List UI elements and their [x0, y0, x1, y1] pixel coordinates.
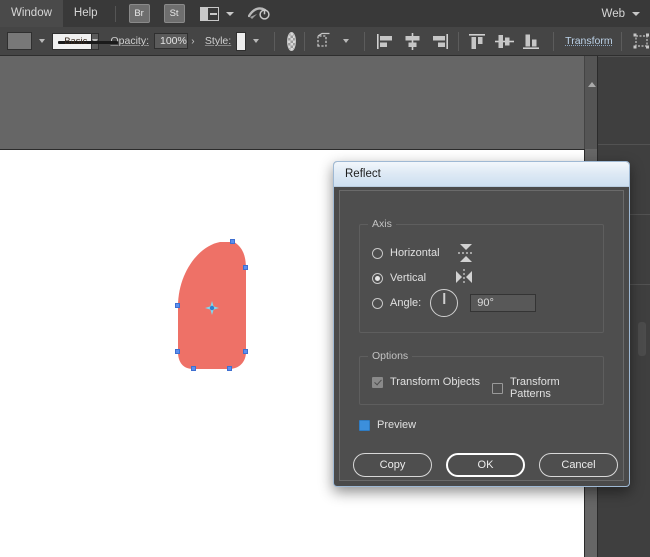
control-bar: Basic Opacity: 100% › Style: — [0, 27, 650, 56]
axis-group: Axis Horizontal Vertical — [359, 224, 604, 333]
arrange-box-glyph — [200, 7, 219, 21]
anchor-point[interactable] — [230, 239, 235, 244]
align-right-icon[interactable] — [430, 33, 449, 50]
transform-bounds-icon[interactable] — [633, 33, 650, 49]
ok-button[interactable]: OK — [446, 453, 525, 477]
anchor-point[interactable] — [175, 303, 180, 308]
radio-horizontal[interactable] — [372, 248, 383, 259]
angle-input[interactable]: 90° — [470, 294, 536, 312]
transform-patterns-option[interactable]: Transform Patterns — [492, 376, 603, 400]
align-vertical-center-icon[interactable] — [495, 33, 514, 50]
dock-panel-tab[interactable] — [638, 322, 646, 356]
dialog-body: Axis Horizontal Vertical — [339, 190, 624, 481]
stock-icon[interactable]: St — [164, 4, 185, 23]
graphic-style-swatch[interactable] — [236, 32, 246, 51]
anchor-point[interactable] — [191, 366, 196, 371]
fill-color-swatch[interactable] — [7, 32, 32, 50]
stroke-profile-label: Basic — [64, 36, 87, 47]
axis-angle-option[interactable]: Angle: 90° — [372, 289, 536, 317]
axis-vertical-option[interactable]: Vertical — [372, 267, 474, 289]
illustrator-swoosh-icon[interactable] — [248, 5, 270, 22]
transform-patterns-label: Transform Patterns — [510, 376, 603, 400]
align-horizontal-center-icon[interactable] — [403, 33, 422, 50]
style-label: Style: — [205, 35, 231, 47]
dialog-title: Reflect — [345, 168, 381, 180]
menubar-right: Web — [602, 8, 650, 20]
reference-point[interactable] — [205, 301, 219, 315]
menu-bar: Window Help Br St Web — [0, 0, 650, 28]
radio-angle[interactable] — [372, 298, 383, 309]
angle-dial-icon[interactable] — [430, 289, 458, 317]
opacity-input[interactable]: 100% — [154, 33, 188, 49]
chevron-down-icon[interactable] — [226, 12, 234, 16]
reflect-dialog[interactable]: Reflect Axis Horizontal — [333, 161, 630, 487]
dock-divider — [598, 144, 650, 145]
anchor-point[interactable] — [227, 366, 232, 371]
illustrator-window: Window Help Br St Web Basic — [0, 0, 650, 557]
transform-objects-option[interactable]: Transform Objects — [372, 376, 480, 388]
arrange-documents-icon[interactable] — [200, 7, 234, 21]
align-top-icon[interactable] — [468, 33, 487, 50]
canvas-scrollbar[interactable] — [584, 56, 598, 149]
opacity-sphere-icon[interactable] — [287, 32, 296, 51]
menu-window[interactable]: Window — [0, 0, 63, 27]
checkbox-transform-patterns[interactable] — [492, 383, 503, 394]
axis-horizontal-label: Horizontal — [390, 247, 440, 259]
anchor-point[interactable] — [243, 349, 248, 354]
menu-divider — [115, 6, 116, 22]
axis-group-label: Axis — [368, 218, 396, 230]
anchor-point[interactable] — [175, 349, 180, 354]
cancel-button[interactable]: Cancel — [539, 453, 618, 477]
align-bottom-icon[interactable] — [522, 33, 541, 50]
copy-button[interactable]: Copy — [353, 453, 432, 477]
chevron-down-icon[interactable] — [343, 39, 349, 43]
chevron-down-icon[interactable] — [632, 12, 640, 16]
checkbox-preview[interactable] — [359, 420, 370, 431]
shape-transform-icon[interactable] — [316, 32, 336, 50]
dialog-titlebar: Reflect — [334, 162, 629, 187]
dock-divider — [598, 56, 650, 57]
preview-option[interactable]: Preview — [359, 419, 416, 431]
menu-help[interactable]: Help — [63, 0, 109, 27]
options-group-label: Options — [368, 350, 412, 362]
anchor-point[interactable] — [243, 265, 248, 270]
radio-vertical[interactable] — [372, 273, 383, 284]
axis-angle-label: Angle: — [390, 297, 421, 309]
scroll-up-arrow-icon[interactable] — [588, 82, 596, 87]
bridge-icon[interactable]: Br — [129, 4, 150, 23]
options-group: Options Transform Objects Transform Patt… — [359, 356, 604, 405]
reflect-horizontal-icon — [456, 242, 476, 264]
stroke-profile-selector[interactable]: Basic — [52, 33, 92, 50]
chevron-down-icon[interactable] — [253, 39, 259, 43]
axis-vertical-label: Vertical — [390, 272, 426, 284]
workspace-label[interactable]: Web — [602, 8, 625, 20]
opacity-popup-button[interactable]: › — [190, 33, 196, 49]
reflect-vertical-icon — [454, 267, 474, 289]
transform-objects-label: Transform Objects — [390, 376, 480, 388]
chevron-down-icon[interactable] — [39, 39, 45, 43]
axis-horizontal-option[interactable]: Horizontal — [372, 242, 476, 264]
transform-panel-link[interactable]: Transform — [565, 35, 612, 47]
preview-label: Preview — [377, 419, 416, 431]
align-left-icon[interactable] — [376, 33, 395, 50]
checkbox-transform-objects[interactable] — [372, 377, 383, 388]
